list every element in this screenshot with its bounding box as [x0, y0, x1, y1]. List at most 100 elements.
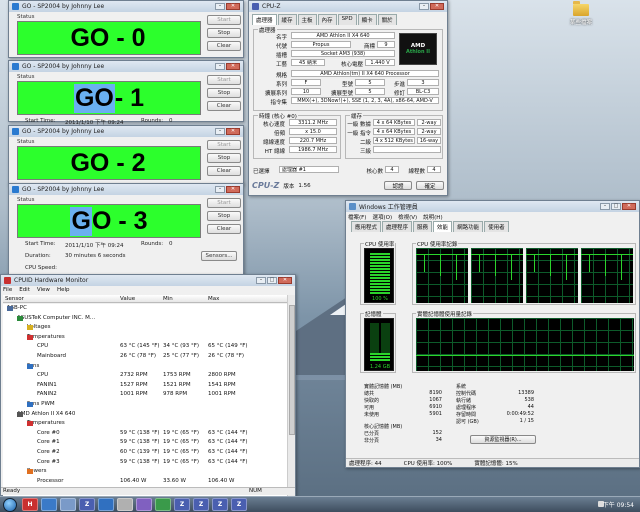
- close-button[interactable]: ✕: [226, 186, 240, 193]
- taskbar-app-button[interactable]: Z: [79, 498, 95, 511]
- minimize-button[interactable]: –: [215, 128, 225, 135]
- desktop-folder-icon[interactable]: 某些檔案: [566, 1, 596, 26]
- taskmgr-titlebar[interactable]: Windows 工作管理員 – □ ✕: [346, 201, 639, 212]
- menu-item[interactable]: 說明(H): [423, 213, 442, 221]
- start-button[interactable]: [3, 498, 17, 512]
- sensor-row[interactable]: Fans PWM: [3, 400, 283, 409]
- taskbar-app-button[interactable]: [136, 498, 152, 511]
- taskbar-app-button[interactable]: Z: [231, 498, 247, 511]
- cpuz-window[interactable]: CPU-Z – ✕ 處理器 緩存 主板 內存 SPD 顯卡 關於 處理器 名字 AMD Ath…: [248, 0, 448, 196]
- hardware-monitor-window[interactable]: CPUID Hardware Monitor – □ ✕ File Edit View H…: [0, 274, 296, 511]
- taskmgr-tab[interactable]: 網路功能: [453, 221, 484, 232]
- taskbar-app-button[interactable]: [155, 498, 171, 511]
- close-button[interactable]: ✕: [226, 3, 240, 10]
- column-value[interactable]: Value: [120, 296, 135, 302]
- taskbar-app-button[interactable]: [117, 498, 133, 511]
- cpuz-tab[interactable]: 內存: [317, 14, 337, 25]
- column-max[interactable]: Max: [208, 296, 219, 302]
- cpuz-tab[interactable]: 關於: [377, 14, 397, 25]
- taskbar-app-button[interactable]: Z: [193, 498, 209, 511]
- minimize-button[interactable]: –: [215, 3, 225, 10]
- clear-button[interactable]: Clear: [207, 41, 241, 51]
- vertical-scrollbar[interactable]: [287, 295, 295, 511]
- minimize-button[interactable]: –: [256, 277, 266, 284]
- menu-item[interactable]: 檔案(F): [348, 213, 366, 221]
- cpuz-titlebar[interactable]: CPU-Z – ✕: [249, 1, 447, 12]
- go-titlebar[interactable]: GO - SP2004 by Johnny Lee – ✕: [9, 61, 243, 72]
- taskbar-clock[interactable]: 下午 09:54: [603, 500, 634, 509]
- minimize-button[interactable]: –: [215, 63, 225, 70]
- hwmon-titlebar[interactable]: CPUID Hardware Monitor – □ ✕: [1, 275, 295, 286]
- menu-item[interactable]: Edit: [19, 287, 30, 293]
- resource-monitor-button[interactable]: 資源監視器(R)...: [470, 435, 536, 444]
- taskbar-app-button[interactable]: [98, 498, 114, 511]
- minimize-button[interactable]: –: [600, 203, 610, 210]
- menu-item[interactable]: Help: [57, 287, 70, 293]
- taskbar-app-button[interactable]: Z: [174, 498, 190, 511]
- start-button[interactable]: Start: [207, 198, 241, 208]
- sensor-row[interactable]: Core #2 60 °C (139 °F) 19 °C (65 °F) 63 °C …: [3, 448, 283, 457]
- start-button[interactable]: Start: [207, 75, 241, 85]
- column-sensor[interactable]: Sensor: [5, 296, 24, 302]
- sensor-row[interactable]: Fans: [3, 362, 283, 371]
- go-titlebar[interactable]: GO - SP2004 by Johnny Lee – ✕: [9, 1, 243, 12]
- sensor-row[interactable]: Powers: [3, 467, 283, 476]
- sensor-row[interactable]: Core #3 59 °C (138 °F) 19 °C (65 °F) 63 °C …: [3, 458, 283, 467]
- taskmgr-tab[interactable]: 應用程式: [351, 221, 382, 232]
- taskmgr-tab[interactable]: 使用者: [484, 221, 509, 232]
- sensor-row[interactable]: Voltages: [3, 323, 283, 332]
- cpuz-tab[interactable]: SPD: [337, 14, 357, 25]
- taskmgr-tab[interactable]: 處理程序: [382, 221, 413, 232]
- minimize-button[interactable]: –: [419, 3, 429, 10]
- taskbar-app-button[interactable]: [60, 498, 76, 511]
- close-button[interactable]: ✕: [226, 63, 240, 70]
- go-window-2[interactable]: GO - SP2004 by Johnny Lee – ✕ Status GO - 2 S…: [8, 125, 244, 185]
- taskbar-app-button[interactable]: Z: [212, 498, 228, 511]
- stop-button[interactable]: Stop: [207, 88, 241, 98]
- stop-button[interactable]: Stop: [207, 153, 241, 163]
- go-window-3[interactable]: GO - SP2004 by Johnny Lee – ✕ Status G O - 3S…: [8, 183, 244, 275]
- start-button[interactable]: Start: [207, 15, 241, 25]
- sensor-row[interactable]: Temperatures: [3, 333, 283, 342]
- close-button[interactable]: ✕: [622, 203, 636, 210]
- sensor-row[interactable]: Mainboard 26 °C (78 °F) 25 °C (77 °F) 26 °C…: [3, 352, 283, 361]
- sensor-row[interactable]: FANIN2 1001 RPM 978 RPM 1001 RPM: [3, 390, 283, 399]
- taskmgr-tab[interactable]: 服務: [413, 221, 433, 232]
- clear-button[interactable]: Clear: [207, 166, 241, 176]
- cpuz-tab[interactable]: 顯卡: [357, 14, 377, 25]
- minimize-button[interactable]: –: [215, 186, 225, 193]
- menu-item[interactable]: View: [37, 287, 50, 293]
- go-window-0[interactable]: GO - SP2004 by Johnny Lee – ✕ Status GO - 0 S…: [8, 0, 244, 58]
- go-titlebar[interactable]: GO - SP2004 by Johnny Lee – ✕: [9, 184, 243, 195]
- sensor-row[interactable]: Processor 106.40 W 33.60 W 106.40 W: [3, 477, 283, 486]
- clear-button[interactable]: Clear: [207, 224, 241, 234]
- close-button[interactable]: ✕: [430, 3, 444, 10]
- sensor-row[interactable]: 16B-PC: [3, 304, 283, 313]
- maximize-button[interactable]: □: [267, 277, 277, 284]
- scrollbar-thumb[interactable]: [289, 305, 295, 435]
- menu-item[interactable]: File: [3, 287, 12, 293]
- cpuz-tab[interactable]: 處理器: [252, 14, 277, 25]
- sensor-row[interactable]: Core #1 59 °C (138 °F) 19 °C (65 °F) 63 °C …: [3, 438, 283, 447]
- sensor-row[interactable]: AMD Athlon II X4 640: [3, 410, 283, 419]
- taskbar-app-button[interactable]: [41, 498, 57, 511]
- go-window-1[interactable]: GO - SP2004 by Johnny Lee – ✕ Status GO - 1S…: [8, 60, 244, 126]
- ok-button[interactable]: 確定: [416, 181, 444, 190]
- processor-select[interactable]: 處理器 #1: [279, 166, 339, 173]
- sensors-button[interactable]: Sensors...: [201, 251, 237, 261]
- sensor-row[interactable]: Temperatures: [3, 419, 283, 428]
- taskmgr-tab[interactable]: 效能: [433, 221, 453, 232]
- column-min[interactable]: Min: [163, 296, 173, 302]
- close-button[interactable]: ✕: [278, 277, 292, 284]
- taskbar-app-button[interactable]: H: [22, 498, 38, 511]
- cpuz-tab[interactable]: 主板: [297, 14, 317, 25]
- task-manager-window[interactable]: Windows 工作管理員 – □ ✕ 檔案(F) 選項(O) 檢視(V) 說明(H) 應…: [345, 200, 640, 468]
- menu-item[interactable]: 檢視(V): [398, 213, 417, 221]
- sensor-row[interactable]: Core #0 59 °C (138 °F) 19 °C (65 °F) 63 °C …: [3, 429, 283, 438]
- close-button[interactable]: ✕: [226, 128, 240, 135]
- sensor-row[interactable]: FANIN1 1527 RPM 1521 RPM 1541 RPM: [3, 381, 283, 390]
- cpuz-tab[interactable]: 緩存: [277, 14, 297, 25]
- sensor-row[interactable]: CPU 63 °C (145 °F) 34 °C (93 °F) 65 °C (149…: [3, 342, 283, 351]
- stop-button[interactable]: Stop: [207, 28, 241, 38]
- validate-button[interactable]: 認證: [384, 181, 412, 190]
